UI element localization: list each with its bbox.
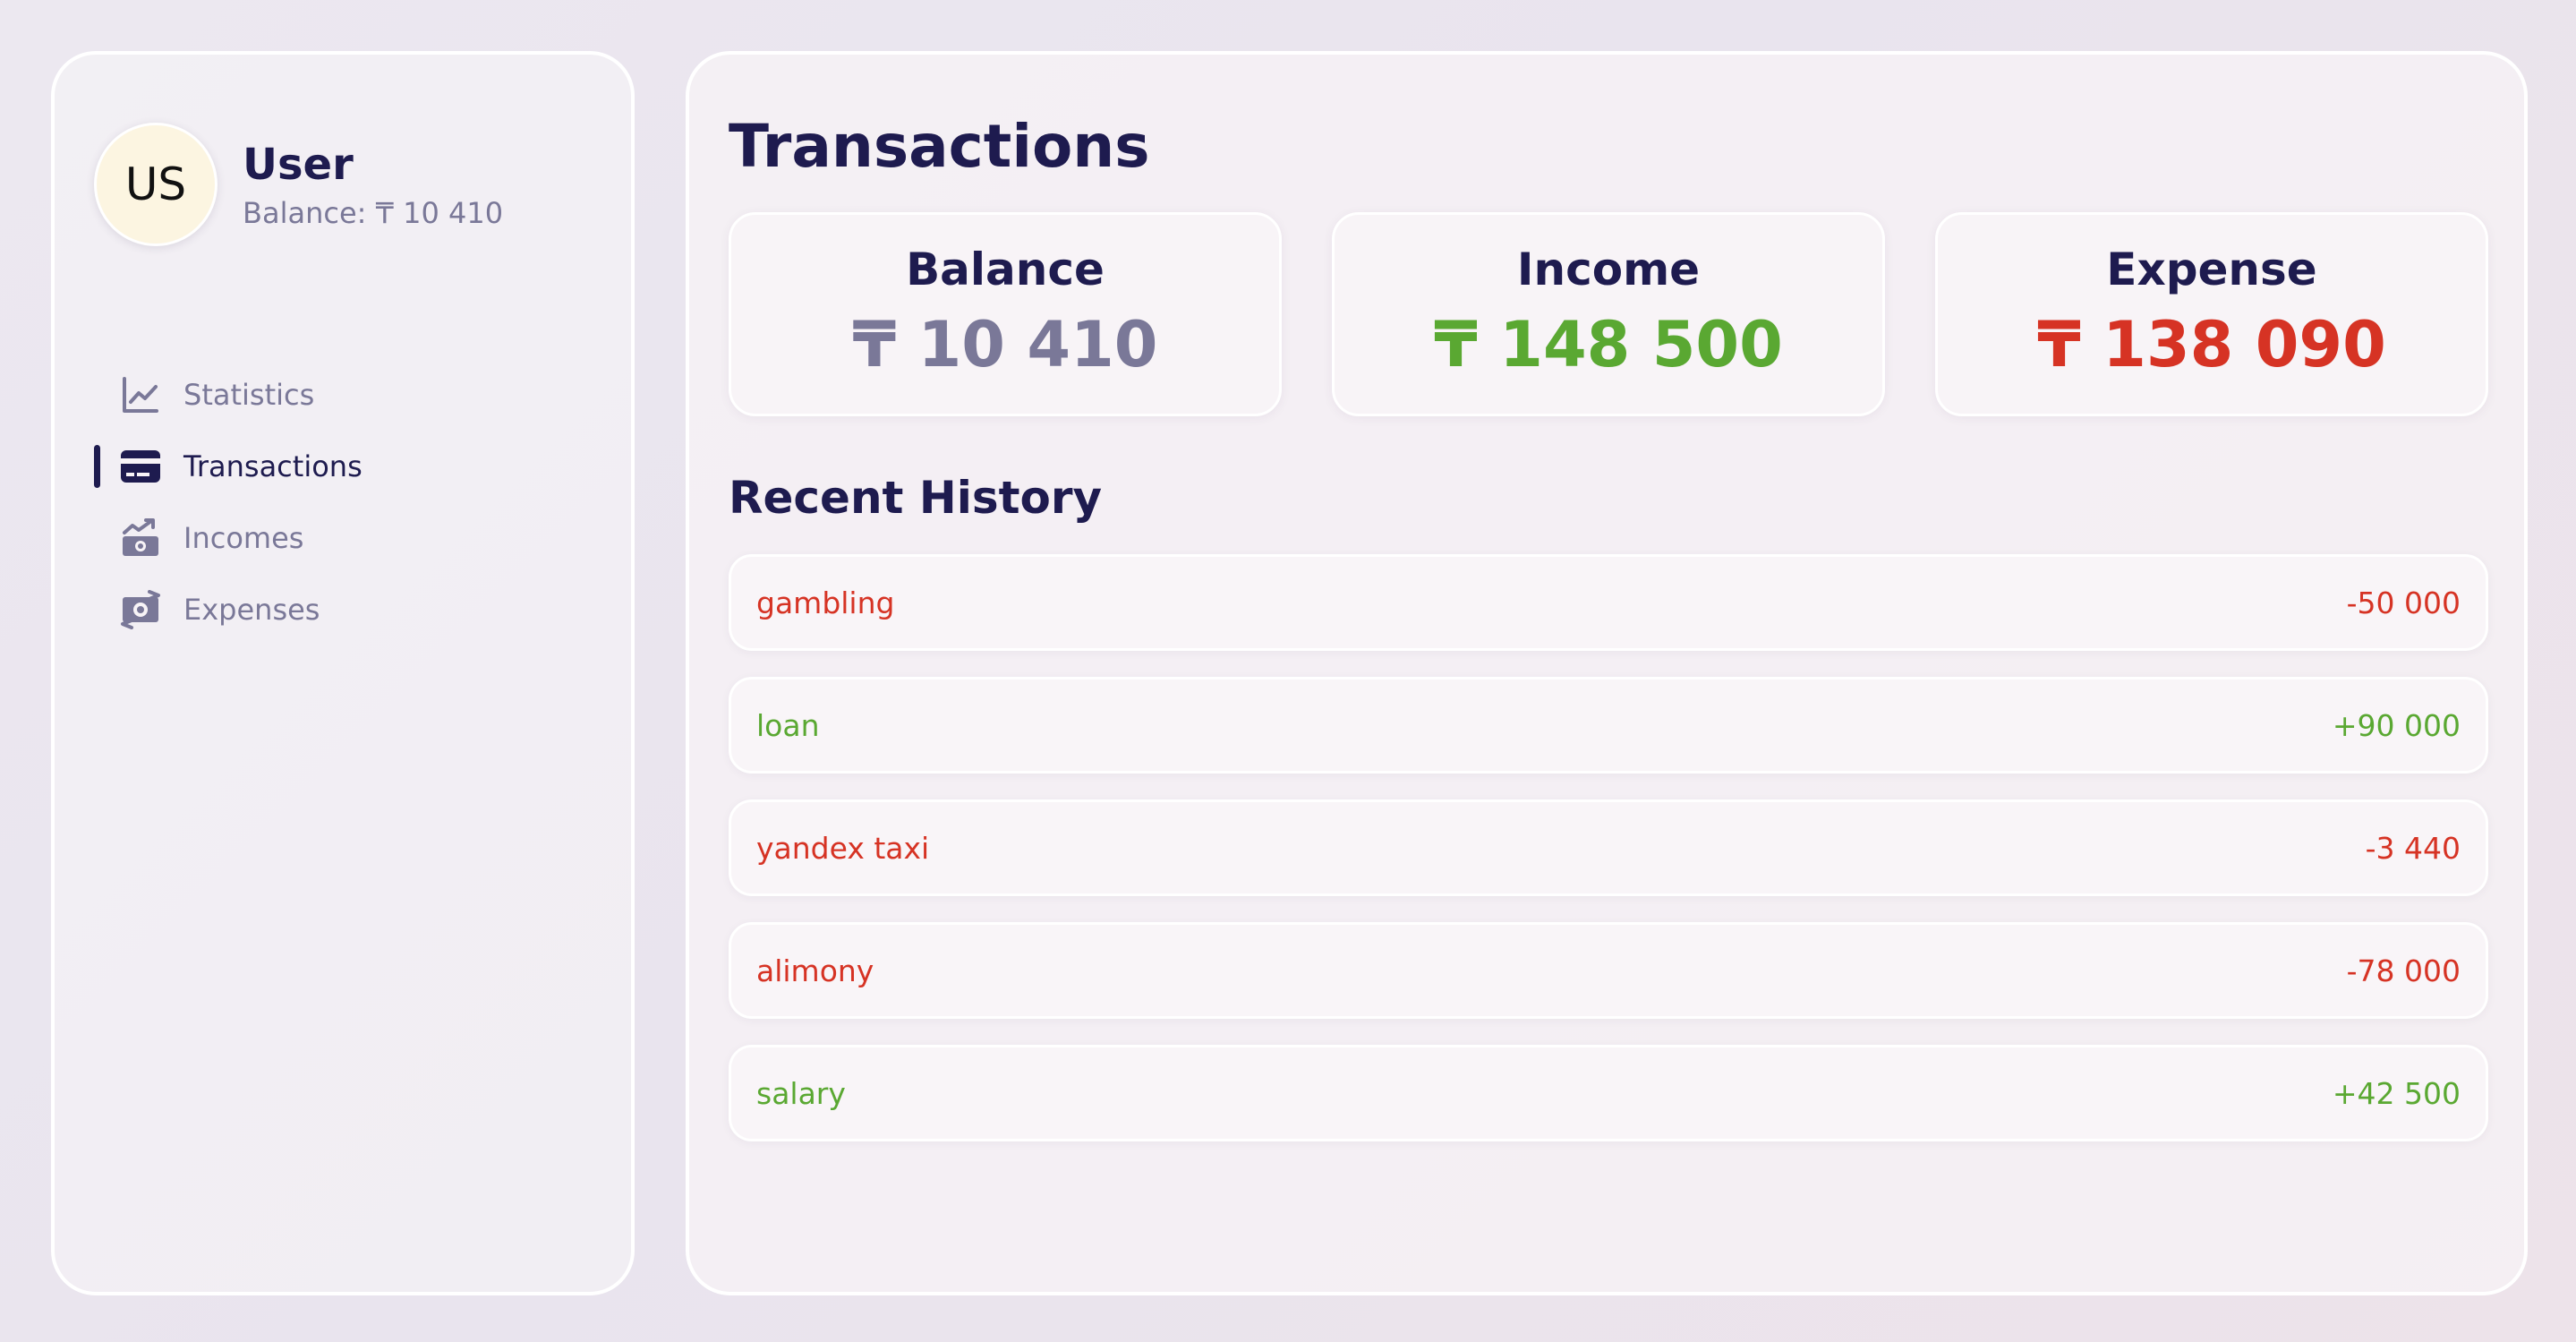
app-window: US User Balance: ₸ 10 410 Statistics Tra… — [0, 0, 2576, 1342]
user-profile: US User Balance: ₸ 10 410 — [94, 123, 503, 246]
sidebar-item-expenses[interactable]: Expenses — [55, 574, 631, 645]
money-bill-trend-up-icon — [119, 517, 162, 560]
balance-card-value: ₸ 10 410 — [852, 308, 1158, 381]
transaction-amount: +42 500 — [2332, 1075, 2461, 1111]
transaction-name: gambling — [756, 585, 895, 620]
list-item[interactable]: gambling -50 000 — [729, 554, 2488, 651]
user-name: User — [243, 140, 354, 190]
list-item[interactable]: yandex taxi -3 440 — [729, 799, 2488, 896]
history-title: Recent History — [729, 472, 1103, 524]
sidebar-item-label: Statistics — [183, 378, 315, 412]
sidebar-item-incomes[interactable]: Incomes — [55, 502, 631, 574]
transaction-amount: +90 000 — [2332, 707, 2461, 743]
sidebar-nav: Statistics Transactions Incomes Expenses — [55, 359, 631, 645]
sidebar-item-transactions[interactable]: Transactions — [55, 431, 631, 502]
user-balance: Balance: ₸ 10 410 — [243, 196, 504, 230]
sidebar-item-statistics[interactable]: Statistics — [55, 359, 631, 431]
expense-card-label: Expense — [2106, 244, 2317, 295]
list-item[interactable]: loan +90 000 — [729, 677, 2488, 774]
balance-card: Balance ₸ 10 410 — [729, 212, 1282, 416]
summary-cards: Balance ₸ 10 410 Income ₸ 148 500 Expens… — [729, 212, 2488, 416]
transaction-name: salary — [756, 1075, 846, 1111]
transaction-name: yandex taxi — [756, 830, 930, 866]
list-item[interactable]: alimony -78 000 — [729, 922, 2488, 1019]
transaction-amount: -50 000 — [2346, 585, 2461, 620]
sidebar-item-label: Incomes — [183, 521, 304, 555]
main-panel: Transactions Balance ₸ 10 410 Income ₸ 1… — [686, 51, 2528, 1295]
chart-line-icon — [119, 373, 162, 416]
transaction-amount: -3 440 — [2365, 830, 2461, 866]
sidebar-item-label: Expenses — [183, 593, 320, 627]
sidebar: US User Balance: ₸ 10 410 Statistics Tra… — [51, 51, 635, 1295]
history-list: gambling -50 000 loan +90 000 yandex tax… — [729, 554, 2488, 1167]
income-card-label: Income — [1516, 244, 1701, 295]
transaction-name: alimony — [756, 953, 874, 988]
transaction-name: loan — [756, 707, 820, 743]
expense-card: Expense ₸ 138 090 — [1935, 212, 2488, 416]
money-bill-transfer-icon — [119, 588, 162, 631]
balance-card-label: Balance — [906, 244, 1105, 295]
expense-card-value: ₸ 138 090 — [2037, 308, 2386, 381]
income-card-value: ₸ 148 500 — [1434, 308, 1783, 381]
avatar[interactable]: US — [94, 123, 218, 246]
active-indicator — [94, 445, 100, 488]
credit-card-icon — [119, 445, 162, 488]
income-card: Income ₸ 148 500 — [1332, 212, 1885, 416]
page-title: Transactions — [729, 112, 1150, 181]
transaction-amount: -78 000 — [2346, 953, 2461, 988]
sidebar-item-label: Transactions — [183, 449, 363, 483]
list-item[interactable]: salary +42 500 — [729, 1045, 2488, 1141]
